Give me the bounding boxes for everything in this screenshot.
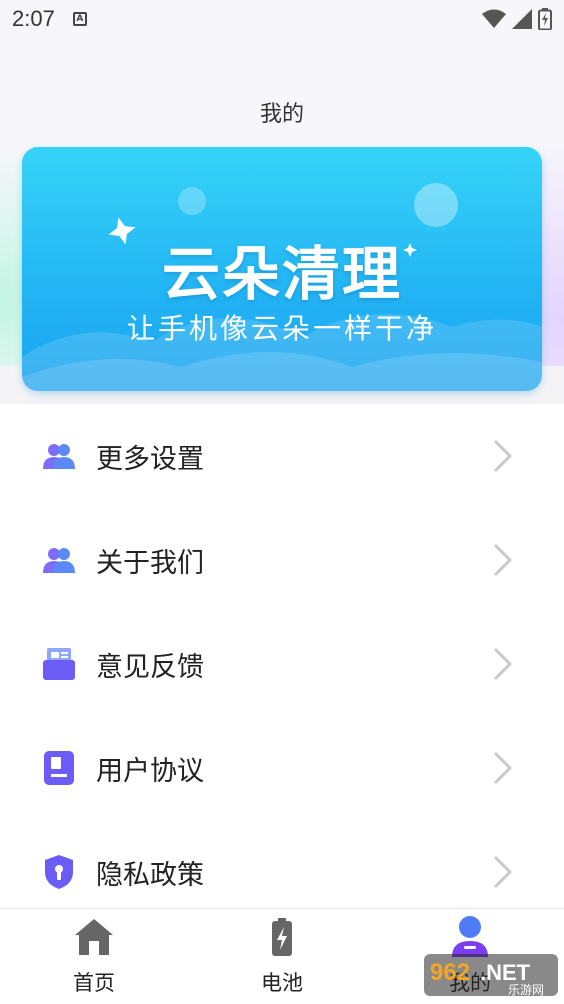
menu-item-label: 用户协议 [96,755,204,787]
menu-item-more-settings[interactable]: 更多设置 [0,404,564,508]
site-watermark: 962 .NET 乐游网 [424,952,558,998]
status-bar: 2:07 A [0,0,564,38]
signal-icon [512,9,532,29]
wifi-icon [482,9,506,28]
tab-label: 首页 [73,971,115,995]
users-icon [42,439,76,473]
battery-icon [260,915,304,959]
status-time: 2:07 [12,6,55,31]
brand-banner: 云朵清理 让手机像云朵一样干净 [22,147,542,391]
notification-icon: A [72,12,87,26]
menu-item-label: 意见反馈 [96,651,204,683]
tab-battery[interactable]: 电池 [188,909,376,1004]
status-icons [482,8,552,30]
shield-icon [42,855,76,889]
chevron-right-icon [494,440,512,472]
tab-home[interactable]: 首页 [0,909,188,1004]
battery-status-icon [538,8,552,30]
menu-item-label: 隐私政策 [96,859,204,891]
feedback-icon [42,647,76,681]
banner-title: 云朵清理 [161,240,402,308]
chevron-right-icon [494,856,512,888]
chevron-right-icon [494,752,512,784]
page-title: 我的 [259,102,304,127]
svg-text:乐游网: 乐游网 [508,983,544,997]
menu-item-label: 关于我们 [96,547,204,579]
banner-subtitle: 让手机像云朵一样干净 [126,312,437,345]
menu-item-user-agreement[interactable]: 用户协议 [0,716,564,820]
svg-text:962: 962 [430,959,470,986]
menu-item-about-us[interactable]: 关于我们 [0,508,564,612]
svg-text:.NET: .NET [480,960,531,985]
menu-item-label: 更多设置 [96,443,204,475]
chevron-right-icon [494,544,512,576]
tab-label: 电池 [261,971,303,995]
menu-item-feedback[interactable]: 意见反馈 [0,612,564,716]
settings-menu: 更多设置 关于我们 意见反馈 用户协议 隐私政策 [0,404,564,924]
document-icon [42,751,76,785]
home-icon [72,915,116,959]
chevron-right-icon [494,648,512,680]
users-icon [42,543,76,577]
